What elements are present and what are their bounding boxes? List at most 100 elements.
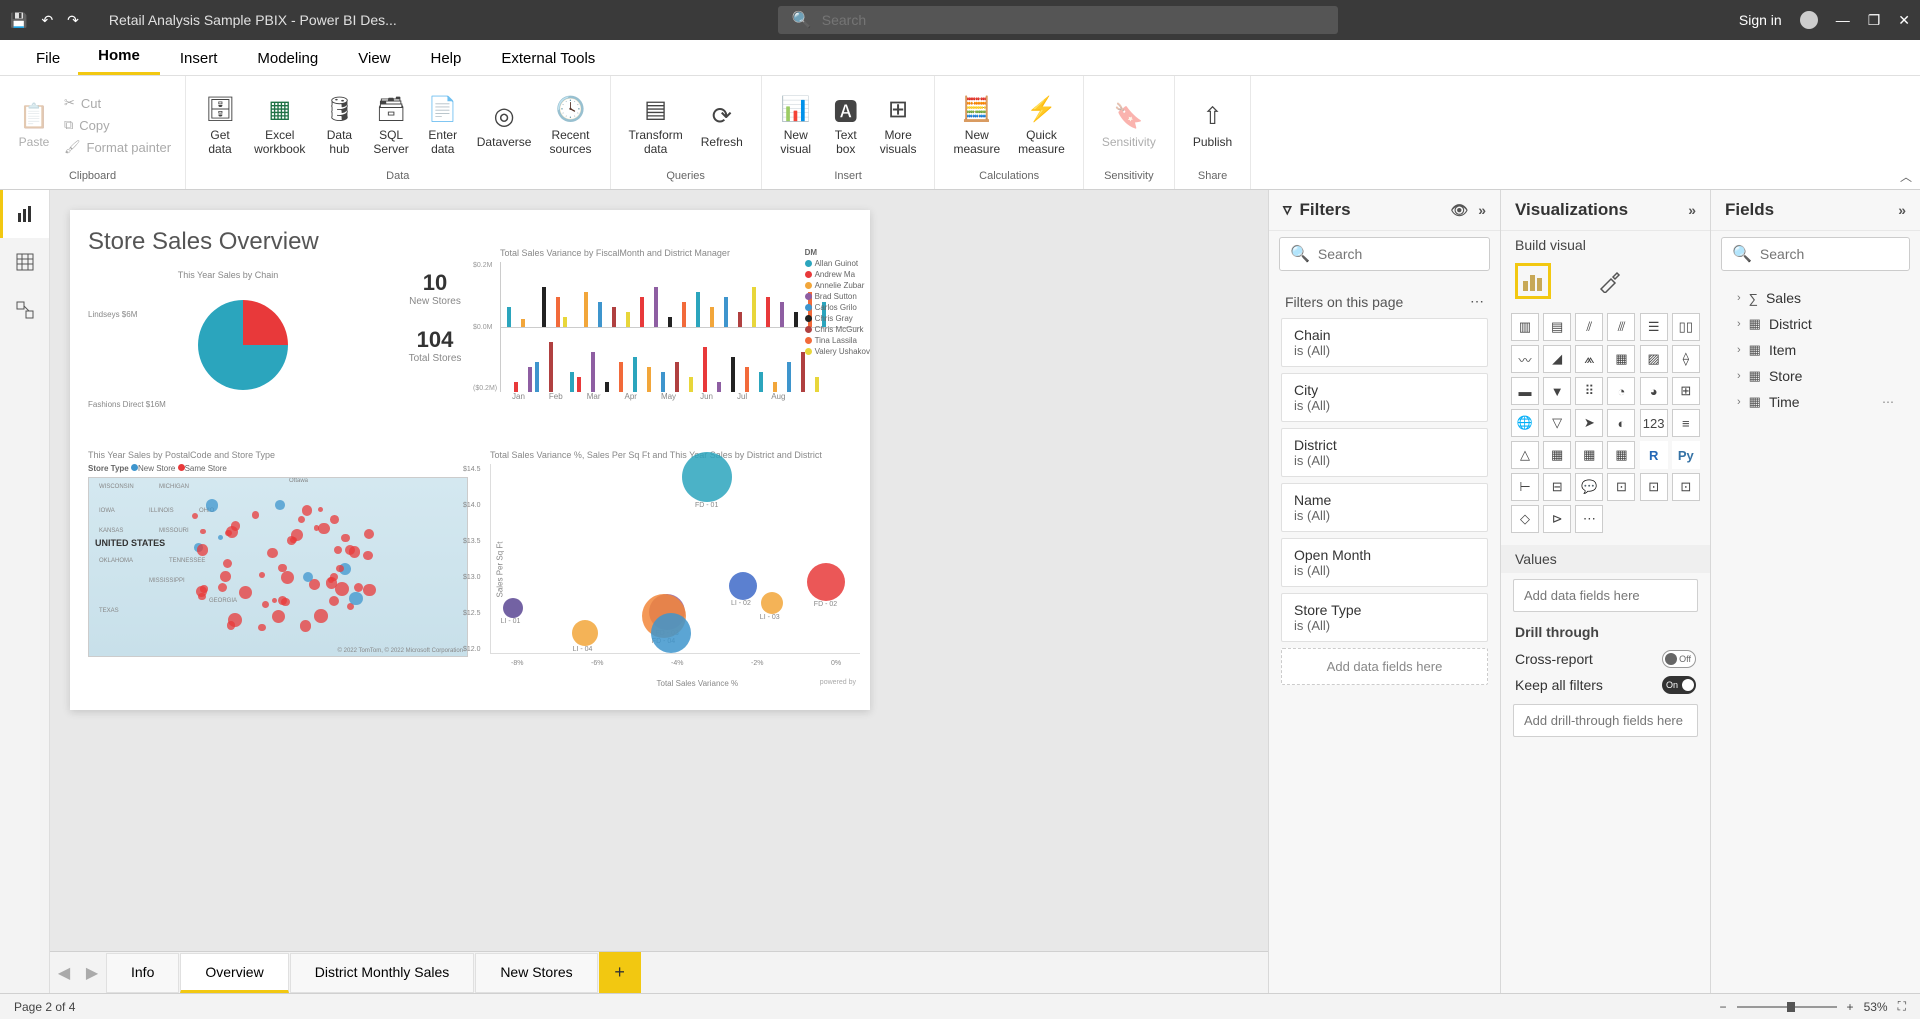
viz-type-icon[interactable]: ▦: [1543, 441, 1571, 469]
filter-card[interactable]: Store Typeis (All): [1281, 593, 1488, 642]
refresh-button[interactable]: ⟳Refresh: [693, 85, 751, 165]
viz-type-icon[interactable]: ➤: [1575, 409, 1603, 437]
map-visual[interactable]: This Year Sales by PostalCode and Store …: [88, 450, 468, 680]
viz-type-icon[interactable]: ▤: [1543, 313, 1571, 341]
tab-file[interactable]: File: [18, 42, 78, 75]
page-tab[interactable]: District Monthly Sales: [290, 953, 475, 993]
text-box-button[interactable]: 🅰Text box: [822, 85, 870, 165]
column-chart-visual[interactable]: Total Sales Variance by FiscalMonth and …: [500, 248, 860, 428]
viz-type-icon[interactable]: ☰: [1640, 313, 1668, 341]
viz-type-icon[interactable]: ◢: [1543, 345, 1571, 373]
filter-card[interactable]: Districtis (All): [1281, 428, 1488, 477]
global-search[interactable]: 🔍: [778, 6, 1338, 34]
field-table[interactable]: ›▦Item: [1723, 337, 1908, 363]
viz-type-icon[interactable]: ▯▯: [1672, 313, 1700, 341]
viz-type-icon[interactable]: ▽: [1543, 409, 1571, 437]
collapse-ribbon-icon[interactable]: ︿: [1900, 168, 1912, 185]
viz-type-icon[interactable]: ◕: [1640, 377, 1668, 405]
filters-section-menu-icon[interactable]: ⋯: [1470, 293, 1484, 310]
zoom-in-button[interactable]: +: [1847, 1000, 1854, 1014]
viz-type-icon[interactable]: △: [1511, 441, 1539, 469]
filter-card[interactable]: Chainis (All): [1281, 318, 1488, 367]
dataverse-button[interactable]: ◎Dataverse: [469, 85, 540, 165]
new-visual-button[interactable]: 📊New visual: [772, 85, 820, 165]
format-visual-mode[interactable]: [1591, 263, 1627, 299]
viz-type-icon[interactable]: ⊡: [1672, 473, 1700, 501]
preview-filters-icon[interactable]: 👁: [1450, 202, 1468, 219]
filter-card[interactable]: Cityis (All): [1281, 373, 1488, 422]
scatter-visual[interactable]: Total Sales Variance %, Sales Per Sq Ft …: [490, 450, 860, 680]
filters-search[interactable]: 🔍: [1279, 237, 1490, 271]
filters-drop-zone[interactable]: Add data fields here: [1281, 648, 1488, 685]
viz-type-icon[interactable]: ⩕: [1575, 345, 1603, 373]
page-next[interactable]: ▶: [82, 963, 102, 983]
field-table[interactable]: ›▦District: [1723, 311, 1908, 337]
viz-type-icon[interactable]: ⊞: [1672, 377, 1700, 405]
page-prev[interactable]: ◀: [54, 963, 74, 983]
fit-to-page-icon[interactable]: ⛶: [1898, 999, 1906, 1014]
report-view-button[interactable]: [0, 190, 49, 238]
drill-through-drop-zone[interactable]: Add drill-through fields here: [1513, 704, 1698, 737]
field-table[interactable]: ›▦Store: [1723, 363, 1908, 389]
field-table[interactable]: ›∑Sales: [1723, 285, 1908, 311]
close-icon[interactable]: ✕: [1898, 12, 1910, 29]
page-tab[interactable]: New Stores: [475, 953, 597, 993]
viz-type-icon[interactable]: ▥: [1511, 313, 1539, 341]
global-search-input[interactable]: [822, 12, 1324, 28]
viz-type-icon[interactable]: 123: [1640, 409, 1668, 437]
card-new-stores[interactable]: 10 New Stores: [380, 270, 490, 307]
tab-external-tools[interactable]: External Tools: [481, 42, 615, 75]
pie-visual[interactable]: This Year Sales by Chain Lindseys $6M Fa…: [88, 270, 368, 440]
viz-type-icon[interactable]: ▦: [1575, 441, 1603, 469]
page-tab[interactable]: Overview: [180, 953, 288, 993]
viz-type-icon[interactable]: ⊳: [1543, 505, 1571, 533]
filters-search-input[interactable]: [1318, 246, 1479, 262]
tab-help[interactable]: Help: [411, 42, 482, 75]
viz-type-icon[interactable]: ⊢: [1511, 473, 1539, 501]
recent-sources-button[interactable]: 🕓Recent sources: [541, 85, 599, 165]
viz-type-icon[interactable]: ⟠: [1672, 345, 1700, 373]
sql-server-button[interactable]: 🗃SQL Server: [365, 85, 416, 165]
field-table[interactable]: ›▦Time⋯: [1723, 389, 1908, 415]
maximize-icon[interactable]: ❐: [1868, 12, 1881, 29]
collapse-viz-icon[interactable]: »: [1688, 202, 1696, 218]
filter-card[interactable]: Nameis (All): [1281, 483, 1488, 532]
viz-type-icon[interactable]: ◔: [1607, 377, 1635, 405]
keep-filters-toggle[interactable]: On: [1662, 676, 1696, 694]
enter-data-button[interactable]: 📄Enter data: [419, 85, 467, 165]
quick-measure-button[interactable]: ⚡Quick measure: [1010, 85, 1073, 165]
fields-search[interactable]: 🔍: [1721, 237, 1910, 271]
minimize-icon[interactable]: —: [1836, 12, 1850, 28]
viz-type-icon[interactable]: ⫻: [1607, 313, 1635, 341]
data-hub-button[interactable]: 🛢Data hub: [315, 85, 363, 165]
zoom-slider[interactable]: [1737, 1006, 1837, 1008]
viz-type-icon[interactable]: ◐: [1607, 409, 1635, 437]
viz-type-icon[interactable]: ⊡: [1607, 473, 1635, 501]
viz-type-icon[interactable]: ▦: [1607, 345, 1635, 373]
viz-type-icon[interactable]: 💬: [1575, 473, 1603, 501]
data-view-button[interactable]: [0, 238, 49, 286]
page-tab[interactable]: Info: [106, 953, 179, 993]
viz-type-icon[interactable]: ⫽: [1575, 313, 1603, 341]
more-icon[interactable]: ⋯: [1882, 395, 1894, 409]
save-icon[interactable]: 💾: [10, 12, 27, 29]
report-canvas[interactable]: Store Sales Overview This Year Sales by …: [50, 190, 1268, 951]
viz-type-icon[interactable]: ▦: [1607, 441, 1635, 469]
signin-link[interactable]: Sign in: [1739, 12, 1782, 28]
card-total-stores[interactable]: 104 Total Stores: [380, 327, 490, 364]
viz-type-icon[interactable]: ⠿: [1575, 377, 1603, 405]
tab-view[interactable]: View: [338, 42, 410, 75]
viz-type-icon[interactable]: Py: [1672, 441, 1700, 469]
redo-icon[interactable]: ↷: [67, 12, 79, 29]
viz-type-icon[interactable]: ▬: [1511, 377, 1539, 405]
more-visuals-button[interactable]: ⊞More visuals: [872, 85, 925, 165]
viz-type-icon[interactable]: ≡: [1672, 409, 1700, 437]
viz-type-icon[interactable]: 〰: [1511, 345, 1539, 373]
build-visual-mode[interactable]: [1515, 263, 1551, 299]
publish-button[interactable]: ⇧Publish: [1185, 85, 1240, 165]
viz-type-icon[interactable]: ◇: [1511, 505, 1539, 533]
viz-type-icon[interactable]: ▨: [1640, 345, 1668, 373]
new-measure-button[interactable]: 🧮New measure: [945, 85, 1008, 165]
viz-type-icon[interactable]: 🌐: [1511, 409, 1539, 437]
tab-home[interactable]: Home: [78, 39, 160, 75]
